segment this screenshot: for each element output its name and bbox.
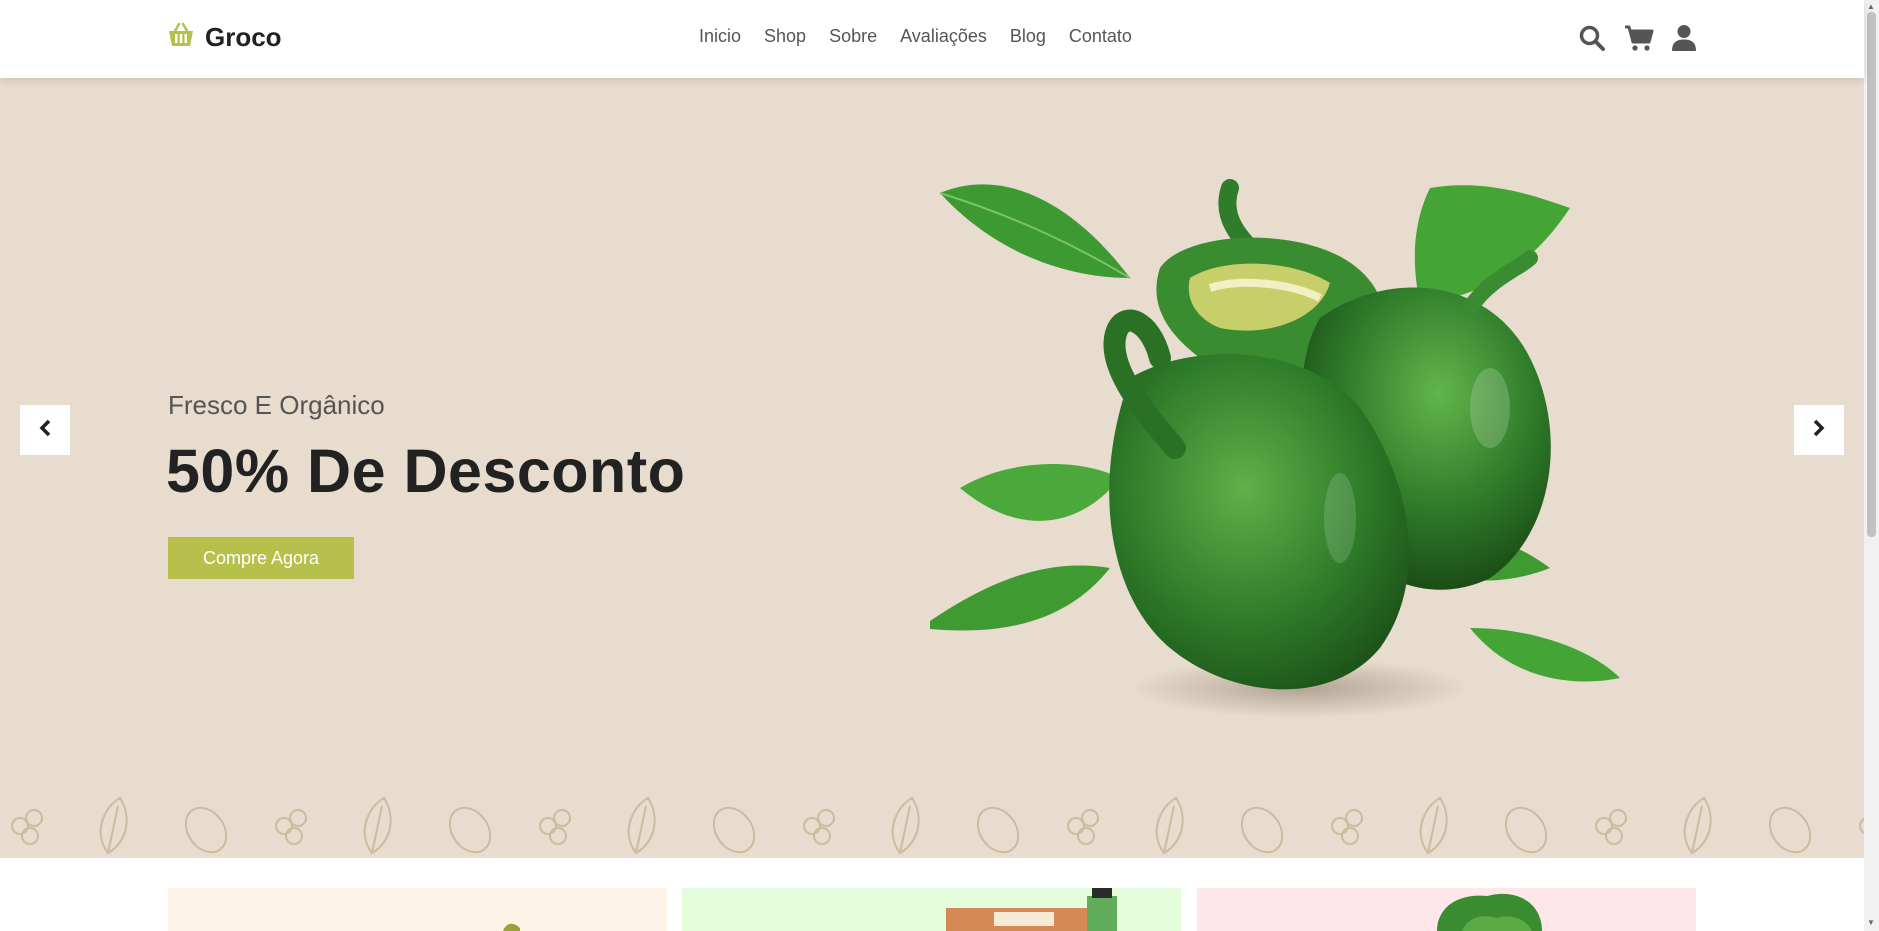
scroll-up-icon[interactable]: ▲ [1867,2,1875,11]
category-card-1[interactable] [168,888,667,931]
green-pepper-image [930,179,1620,718]
scroll-thumb[interactable] [1867,12,1876,537]
site-header: Groco Inicio Shop Sobre Avaliações Blog … [0,0,1864,78]
basket-icon [167,22,195,53]
page-scrollbar[interactable]: ▲ ▼ [1864,0,1879,931]
nav-blog[interactable]: Blog [1010,26,1046,47]
nav-inicio[interactable]: Inicio [699,26,741,47]
doodle-motif [803,809,835,845]
doodle-motif [184,806,228,854]
user-icon[interactable] [1672,24,1696,57]
product-image [1437,893,1542,931]
doodle-motif [448,806,492,854]
doodle-motif [539,809,571,845]
doodle-motif [1419,796,1448,855]
decorative-pattern [11,796,1864,855]
doodle-motif [1504,806,1548,854]
doodle-motif [1155,796,1184,855]
logo[interactable]: Groco [167,22,282,53]
hero-slider: Fresco E Orgânico 50% De Desconto Compre… [0,78,1864,858]
doodle-motif [1067,809,1099,845]
logo-text: Groco [205,22,282,52]
cart-icon[interactable] [1624,24,1654,57]
shop-now-button[interactable]: Compre Agora [168,537,354,579]
doodle-motif [363,796,392,855]
hero-headline: 50% De Desconto [166,437,686,505]
search-icon[interactable] [1578,24,1606,57]
nav-contato[interactable]: Contato [1069,26,1132,47]
doodle-motif [1683,796,1712,855]
nav-shop[interactable]: Shop [764,26,806,47]
doodle-motif [275,809,307,845]
chevron-right-icon [1812,419,1826,442]
scroll-down-icon[interactable]: ▼ [1867,918,1875,927]
nav-avaliacoes[interactable]: Avaliações [900,26,987,47]
doodle-motif [1768,806,1812,854]
doodle-motif [1331,809,1363,845]
category-card-2[interactable] [682,888,1181,931]
main-nav: Inicio Shop Sobre Avaliações Blog Contat… [699,26,1132,47]
nav-sobre[interactable]: Sobre [829,26,877,47]
product-image [503,923,520,931]
header-actions [1578,24,1696,57]
doodle-motif [627,796,656,855]
doodle-motif [976,806,1020,854]
hero-subtitle: Fresco E Orgânico [168,390,385,420]
doodle-motif [712,806,756,854]
slider-next-button[interactable] [1794,405,1844,455]
doodle-motif [891,796,920,855]
chevron-left-icon [38,419,52,442]
doodle-motif [1240,806,1284,854]
product-image [946,888,1117,931]
doodle-motif [99,796,128,855]
doodle-motif [11,809,43,845]
slider-prev-button[interactable] [20,405,70,455]
doodle-motif [1595,809,1627,845]
category-card-3[interactable] [1197,888,1696,931]
